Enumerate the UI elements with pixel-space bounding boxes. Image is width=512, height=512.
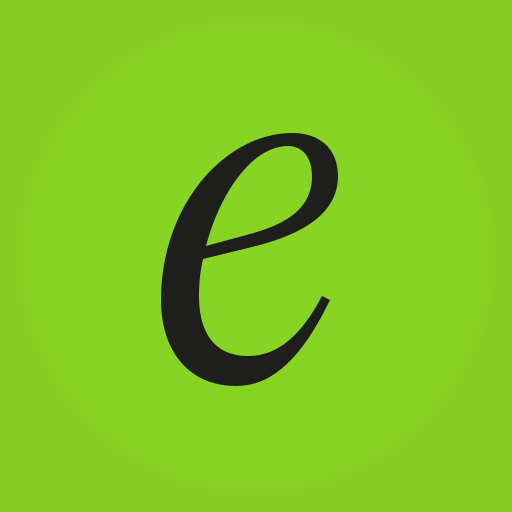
icon-background: [0, 0, 512, 512]
letter-e-icon: [0, 0, 512, 512]
app-icon-tile: e: [0, 0, 512, 512]
